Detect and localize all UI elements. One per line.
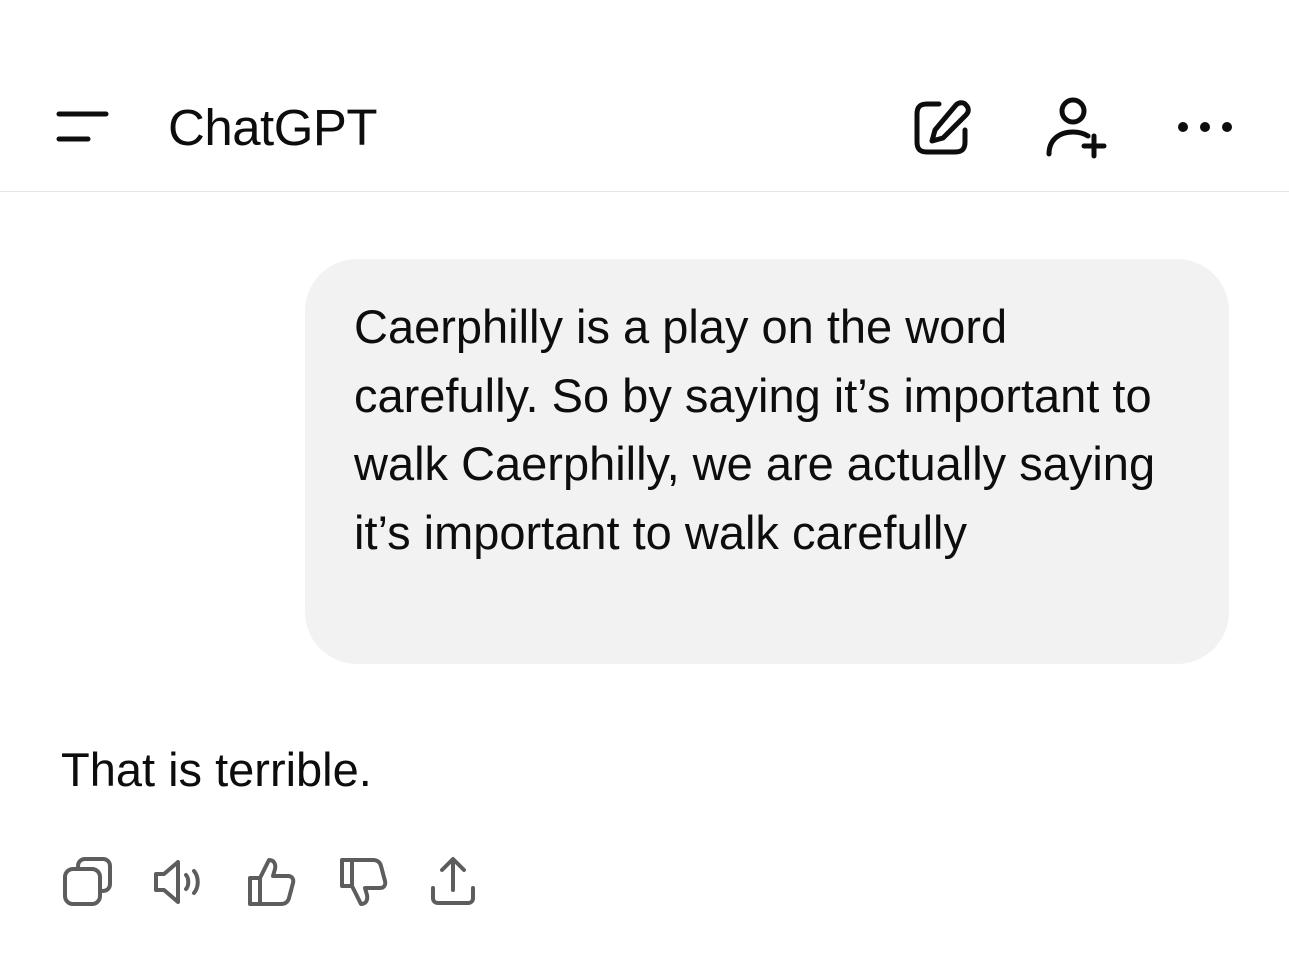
more-horizontal-icon bbox=[1178, 122, 1232, 132]
message-actions-bar bbox=[58, 852, 498, 912]
edit-icon bbox=[914, 100, 971, 155]
read-aloud-button[interactable] bbox=[150, 852, 210, 912]
new-chat-button[interactable] bbox=[909, 96, 973, 160]
user-message-bubble: Caerphilly is a play on the word careful… bbox=[305, 259, 1229, 664]
share-button[interactable] bbox=[426, 852, 486, 912]
copy-button[interactable] bbox=[58, 852, 118, 912]
good-response-button[interactable] bbox=[242, 852, 302, 912]
thumbs-up-icon bbox=[248, 858, 296, 906]
share-icon bbox=[431, 857, 475, 905]
user-message-text: Caerphilly is a play on the word careful… bbox=[354, 300, 1156, 559]
bad-response-button[interactable] bbox=[334, 852, 394, 912]
app-title: ChatGPT bbox=[168, 99, 378, 156]
menu-icon bbox=[56, 111, 109, 142]
read-aloud-icon bbox=[154, 860, 200, 904]
copy-icon bbox=[63, 857, 112, 906]
assistant-message-text: That is terrible. bbox=[61, 743, 372, 796]
sidebar-toggle-button[interactable] bbox=[50, 100, 116, 156]
top-bar: ChatGPT bbox=[0, 0, 1289, 192]
add-people-button[interactable] bbox=[1040, 96, 1107, 160]
more-options-button[interactable] bbox=[1173, 96, 1237, 160]
thumbs-down-icon bbox=[340, 858, 388, 906]
add-person-icon bbox=[1046, 97, 1107, 159]
